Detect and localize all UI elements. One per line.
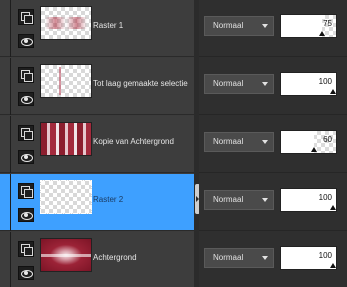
raster-layer-icon (18, 67, 34, 83)
layer-row-kopie[interactable]: Kopie van Achtergrond (0, 116, 194, 173)
opacity-value: 100 (318, 251, 332, 260)
opacity-slider[interactable]: 60 (280, 130, 337, 154)
opacity-marker[interactable] (311, 147, 317, 152)
opacity-marker[interactable] (319, 31, 325, 36)
group-line (10, 58, 11, 115)
layer-properties: Normaal 75 Normaal 100 Normaal 60 Normaa… (199, 0, 347, 287)
layer-name[interactable]: Achtergrond (93, 253, 193, 262)
layer-row-icons (4, 174, 36, 231)
layer-row-icons (4, 58, 36, 115)
layer-row-raster-1[interactable]: Raster 1 (0, 0, 194, 57)
layer-props-raster-2: Normaal 100 (199, 174, 347, 231)
blend-mode-select[interactable]: Normaal (204, 74, 274, 94)
eye-icon[interactable] (18, 34, 34, 48)
opacity-fill (281, 131, 314, 153)
raster-layer-icon (18, 183, 34, 199)
chevron-down-icon (262, 198, 268, 202)
blend-mode-label: Normaal (213, 79, 244, 88)
layer-row-icons (4, 232, 36, 287)
layer-row-selection[interactable]: Tot laag gemaakte selectie (0, 58, 194, 115)
layer-thumbnail (40, 6, 92, 40)
opacity-slider[interactable]: 100 (280, 246, 337, 270)
blend-mode-label: Normaal (213, 21, 244, 30)
layer-thumbnail (40, 238, 92, 272)
group-line (10, 116, 11, 173)
blend-mode-label: Normaal (213, 195, 244, 204)
layers-palette: Raster 1 Tot laag gemaakte selectie Kopi… (0, 0, 347, 287)
opacity-value: 60 (323, 135, 332, 144)
layer-props-raster-1: Normaal 75 (199, 0, 347, 57)
chevron-down-icon (262, 24, 268, 28)
opacity-marker[interactable] (330, 205, 336, 210)
layer-row-icons (4, 0, 36, 57)
eye-icon[interactable] (18, 266, 34, 280)
blend-mode-select[interactable]: Normaal (204, 16, 274, 36)
raster-layer-icon (18, 241, 34, 257)
eye-icon[interactable] (18, 92, 34, 106)
layer-thumbnail (40, 64, 92, 98)
opacity-fill (281, 15, 322, 37)
eye-icon[interactable] (18, 150, 34, 164)
opacity-slider[interactable]: 75 (280, 14, 337, 38)
blend-mode-label: Normaal (213, 137, 244, 146)
raster-layer-icon (18, 125, 34, 141)
chevron-down-icon (262, 82, 268, 86)
blend-mode-select[interactable]: Normaal (204, 132, 274, 152)
group-line (10, 174, 11, 231)
layer-row-achtergrond[interactable]: Achtergrond (0, 232, 194, 287)
opacity-marker[interactable] (330, 263, 336, 268)
chevron-down-icon (262, 140, 268, 144)
opacity-slider[interactable]: 100 (280, 72, 337, 96)
raster-layer-icon (18, 9, 34, 25)
layer-thumbnail (40, 122, 92, 156)
opacity-marker[interactable] (330, 89, 336, 94)
group-line (10, 0, 11, 57)
opacity-value: 100 (318, 77, 332, 86)
layer-name[interactable]: Raster 2 (93, 195, 193, 204)
chevron-down-icon (262, 256, 268, 260)
layer-props-kopie: Normaal 60 (199, 116, 347, 173)
opacity-value: 75 (323, 19, 332, 28)
layer-name[interactable]: Raster 1 (93, 21, 193, 30)
opacity-slider[interactable]: 100 (280, 188, 337, 212)
eye-icon[interactable] (18, 208, 34, 222)
blend-mode-label: Normaal (213, 253, 244, 262)
layer-row-raster-2[interactable]: Raster 2 (0, 174, 194, 231)
blend-mode-select[interactable]: Normaal (204, 248, 274, 268)
blend-mode-select[interactable]: Normaal (204, 190, 274, 210)
layer-name[interactable]: Kopie van Achtergrond (93, 137, 193, 146)
opacity-value: 100 (318, 193, 332, 202)
layer-list: Raster 1 Tot laag gemaakte selectie Kopi… (0, 0, 194, 287)
layer-name[interactable]: Tot laag gemaakte selectie (93, 79, 193, 88)
layer-thumbnail (40, 180, 92, 214)
layer-props-selection: Normaal 100 (199, 58, 347, 115)
group-line (10, 232, 11, 287)
layer-row-icons (4, 116, 36, 173)
layer-props-achtergrond: Normaal 100 (199, 232, 347, 287)
